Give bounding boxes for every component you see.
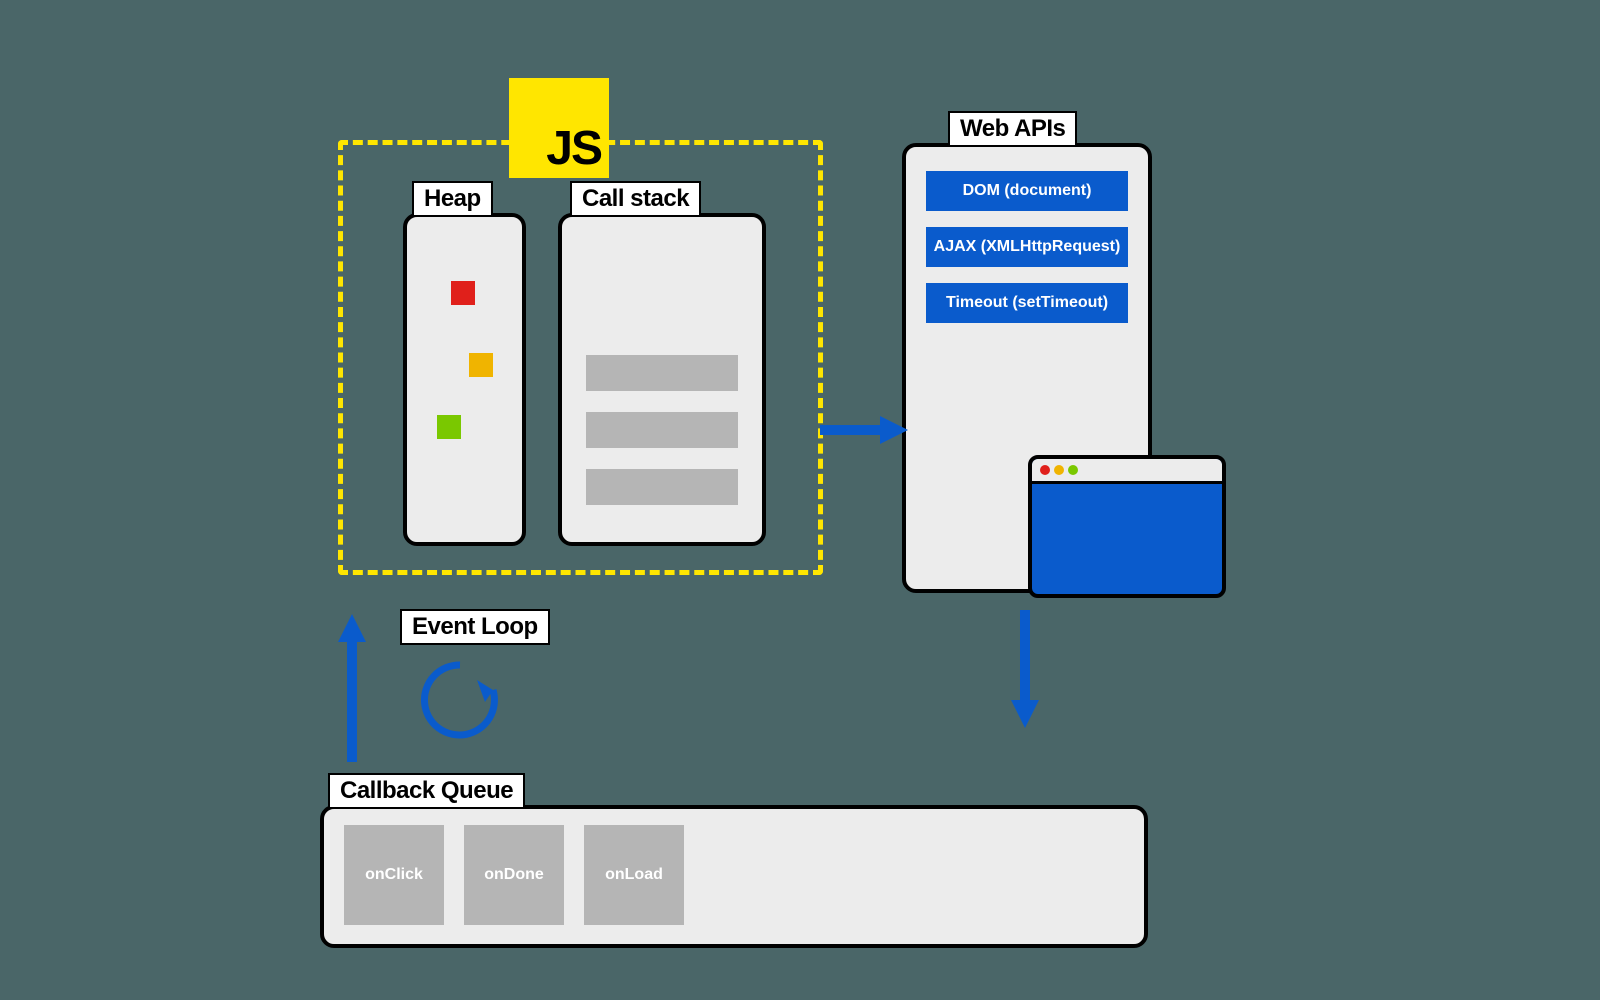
web-api-item: Timeout (setTimeout) bbox=[926, 283, 1128, 323]
callback-queue-label: Callback Queue bbox=[328, 773, 525, 809]
web-apis-label: Web APIs bbox=[948, 111, 1077, 147]
call-stack-frame bbox=[586, 469, 738, 505]
call-stack-panel bbox=[558, 213, 766, 546]
diagram-root: JS Heap Call stack DOM (document) AJAX (… bbox=[0, 0, 1600, 1000]
browser-window-icon bbox=[1028, 455, 1226, 598]
arrow-to-call-stack-icon bbox=[332, 612, 372, 762]
heap-label: Heap bbox=[412, 181, 493, 217]
call-stack-frame bbox=[586, 355, 738, 391]
callback-item: onClick bbox=[344, 825, 444, 925]
heap-object-3 bbox=[437, 415, 461, 439]
call-stack-frame bbox=[586, 412, 738, 448]
event-loop-label: Event Loop bbox=[400, 609, 550, 645]
callback-item: onDone bbox=[464, 825, 564, 925]
arrow-to-web-apis-icon bbox=[820, 410, 908, 450]
js-badge: JS bbox=[509, 78, 609, 178]
callback-queue-panel: onClick onDone onLoad bbox=[320, 805, 1148, 948]
browser-titlebar bbox=[1032, 459, 1222, 484]
traffic-light-yellow-icon bbox=[1054, 465, 1064, 475]
event-loop-arrow-icon bbox=[405, 650, 515, 750]
web-api-item: AJAX (XMLHttpRequest) bbox=[926, 227, 1128, 267]
call-stack-label: Call stack bbox=[570, 181, 701, 217]
callback-item: onLoad bbox=[584, 825, 684, 925]
heap-panel bbox=[403, 213, 526, 546]
js-badge-text: JS bbox=[546, 121, 601, 176]
arrow-to-callback-queue-icon bbox=[1005, 610, 1045, 730]
traffic-light-green-icon bbox=[1068, 465, 1078, 475]
heap-object-2 bbox=[469, 353, 493, 377]
web-api-item: DOM (document) bbox=[926, 171, 1128, 211]
heap-object-1 bbox=[451, 281, 475, 305]
traffic-light-red-icon bbox=[1040, 465, 1050, 475]
